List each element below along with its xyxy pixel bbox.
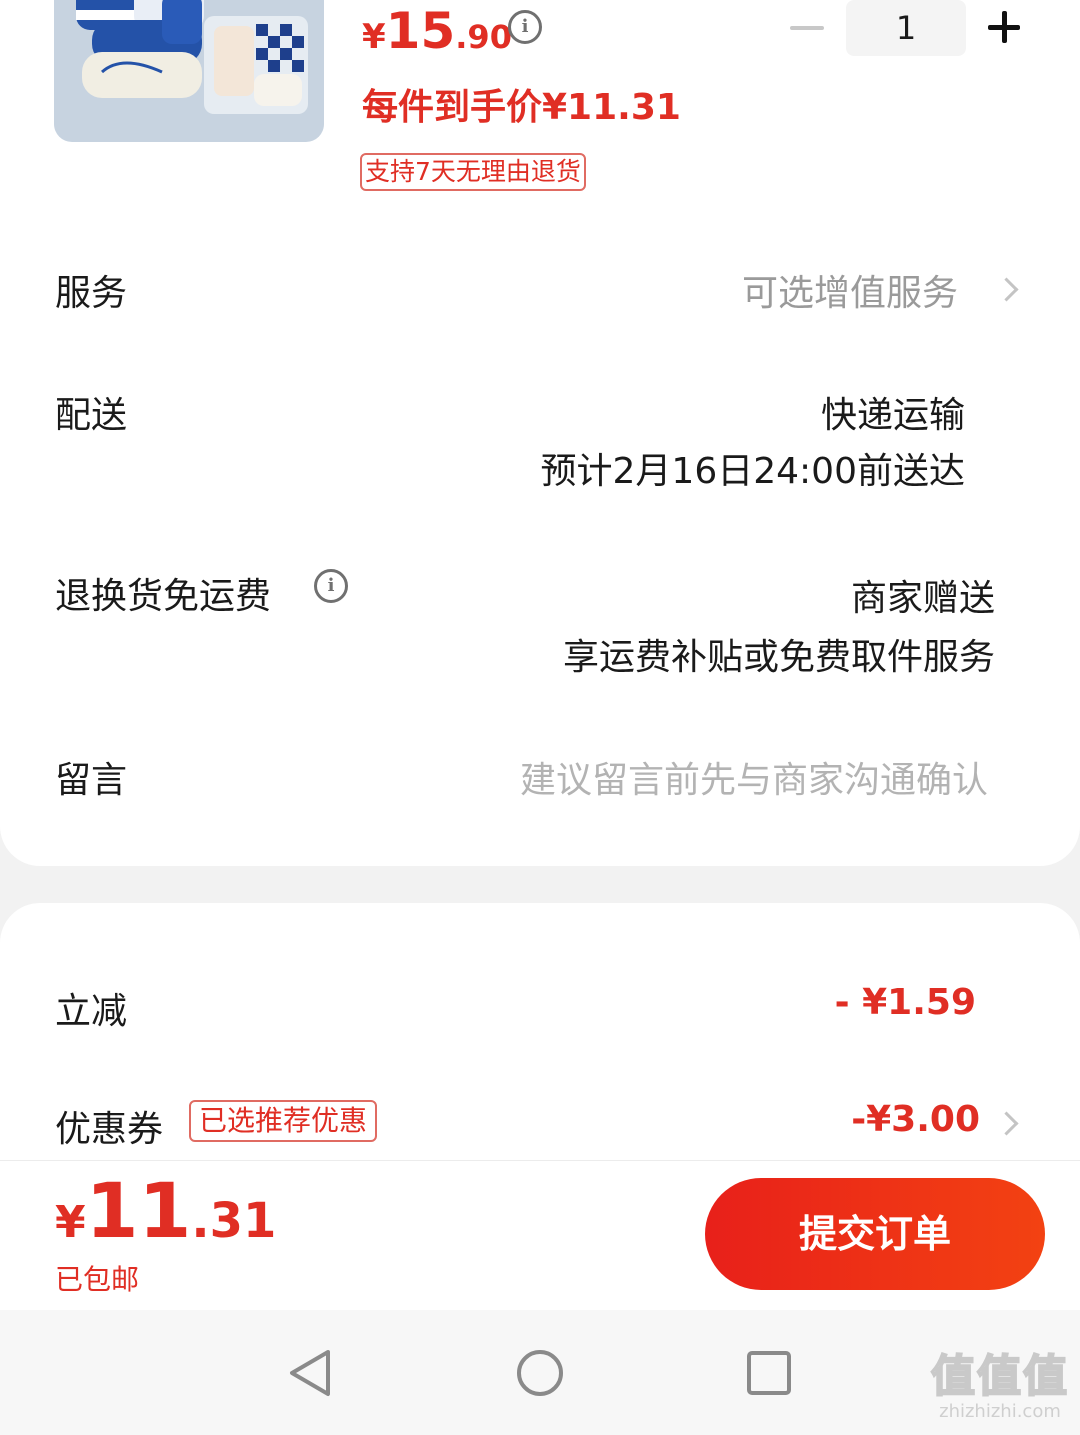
unit-price-text: 每件到手价¥11.31 xyxy=(362,87,681,128)
delivery-label: 配送 xyxy=(55,395,128,436)
back-icon[interactable] xyxy=(288,1348,332,1398)
return-shipping-detail: 享运费补贴或免费取件服务 xyxy=(562,637,995,678)
product-image[interactable] xyxy=(54,0,324,142)
sock-checkered-image xyxy=(204,16,308,114)
home-icon[interactable] xyxy=(515,1348,565,1398)
return-shipping-value: 商家赠送 xyxy=(850,578,995,619)
return-shipping-info-icon[interactable]: i xyxy=(314,569,348,603)
watermark-logo: 值值值 xyxy=(930,1351,1069,1403)
order-confirmation-page: ¥15.90 i 每件到手价¥11.31 支持7天无理由退货 1 服务 可选增值… xyxy=(0,0,1080,1435)
watermark: 值值值 zhizhizhi.com xyxy=(926,1351,1074,1422)
chevron-right-icon[interactable] xyxy=(994,277,1019,302)
delivery-method: 快递运输 xyxy=(820,395,965,436)
return-shipping-label: 退换货免运费 xyxy=(55,576,272,617)
quantity-decrease-button[interactable] xyxy=(790,10,824,44)
product-price: ¥15.90 xyxy=(362,2,512,60)
delivery-eta: 预计2月16日24:00前送达 xyxy=(540,451,965,492)
service-value[interactable]: 可选增值服务 xyxy=(742,264,958,316)
coupon-selected-badge: 已选推荐优惠 xyxy=(189,1100,378,1142)
message-label: 留言 xyxy=(55,760,128,801)
instant-discount-label: 立减 xyxy=(55,991,128,1032)
order-details-card: ¥15.90 i 每件到手价¥11.31 支持7天无理由退货 1 服务 可选增值… xyxy=(0,0,1080,866)
return-policy-badge: 支持7天无理由退货 xyxy=(360,153,586,191)
service-label: 服务 xyxy=(55,273,128,314)
free-shipping-note: 已包邮 xyxy=(55,1263,140,1296)
total-price: ¥11.31 xyxy=(55,1166,277,1255)
message-input[interactable]: 建议留言前先与商家沟通确认 xyxy=(520,751,988,803)
quantity-input[interactable]: 1 xyxy=(846,0,966,56)
system-navigation-bar xyxy=(0,1310,1080,1435)
quantity-increase-button[interactable] xyxy=(988,10,1022,44)
coupon-label: 优惠券 xyxy=(55,1109,164,1150)
watermark-url: zhizhizhi.com xyxy=(939,1401,1061,1422)
recent-apps-icon[interactable] xyxy=(746,1350,792,1396)
price-info-icon[interactable]: i xyxy=(508,10,542,44)
instant-discount-value: - ¥1.59 xyxy=(834,982,976,1023)
coupon-value[interactable]: -¥3.00 xyxy=(851,1099,980,1140)
submit-order-button[interactable]: 提交订单 xyxy=(705,1178,1045,1290)
